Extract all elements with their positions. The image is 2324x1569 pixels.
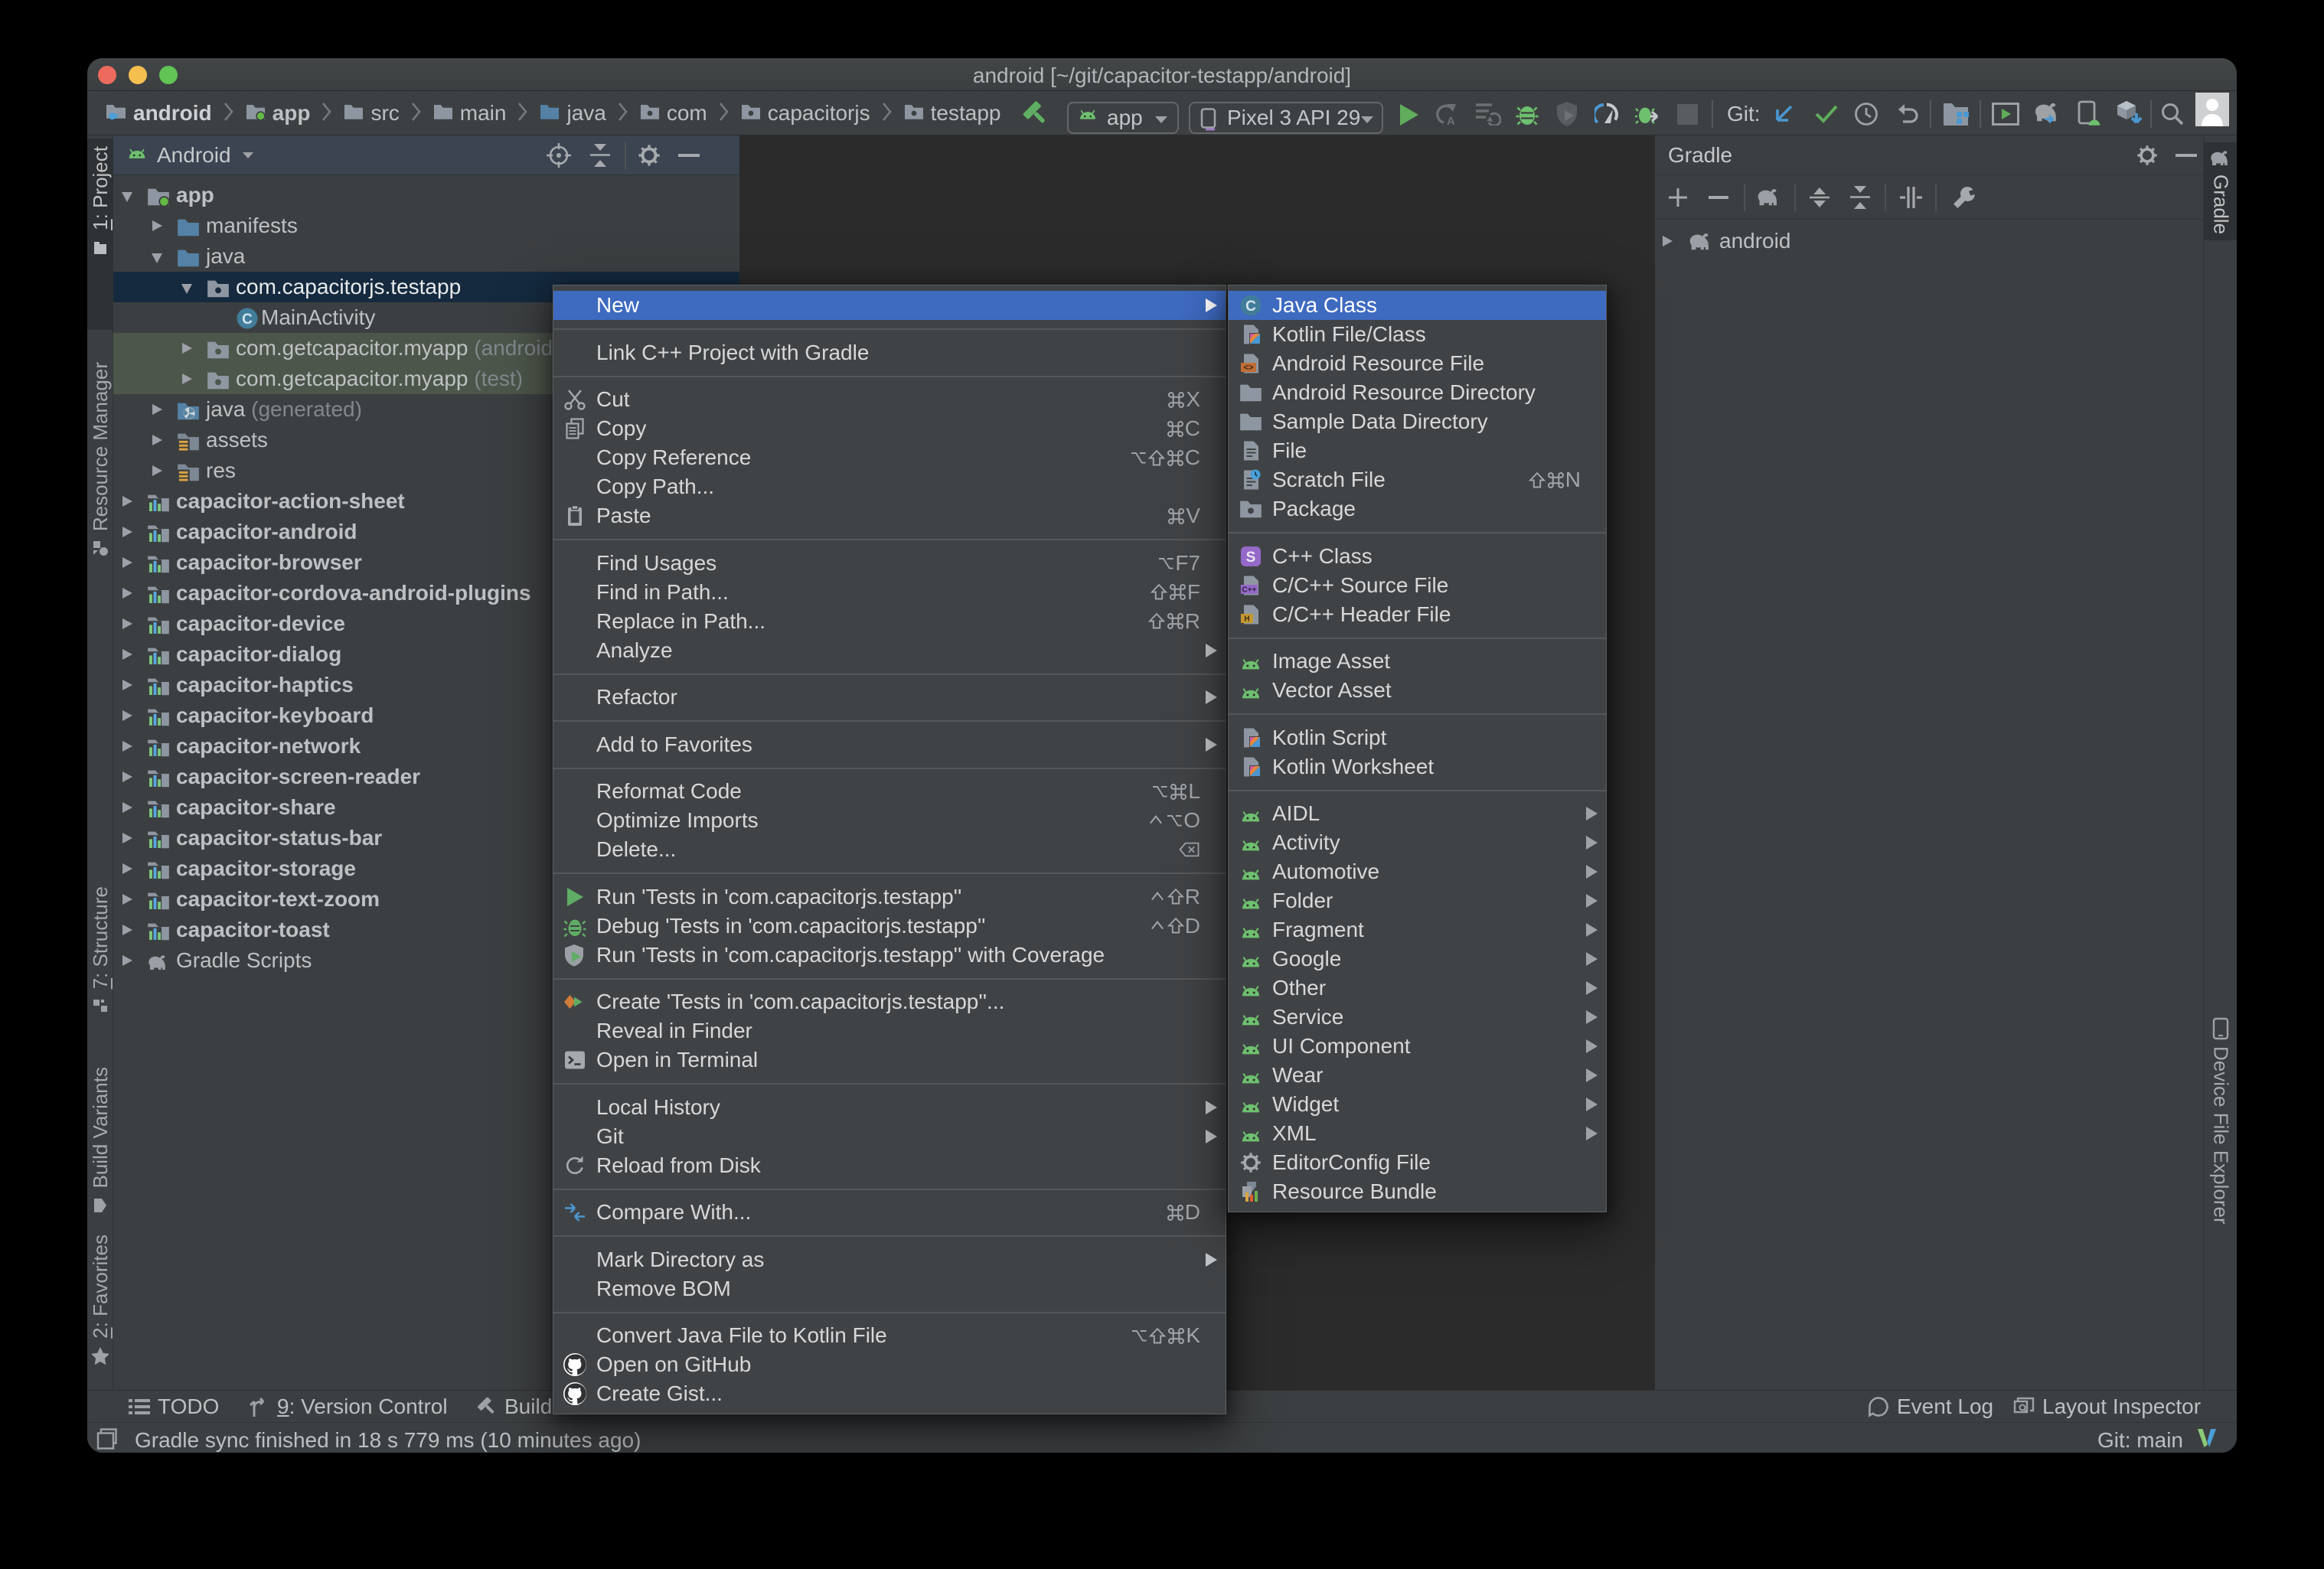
svg-text:<>: <> (1244, 364, 1254, 373)
svg-text:C++: C++ (1242, 586, 1257, 594)
svg-text:H: H (1244, 615, 1249, 623)
svg-text:C: C (242, 312, 253, 328)
svg-text:S: S (1246, 550, 1256, 566)
svg-text:C: C (1245, 298, 1256, 315)
svg-text:A: A (1447, 115, 1455, 127)
